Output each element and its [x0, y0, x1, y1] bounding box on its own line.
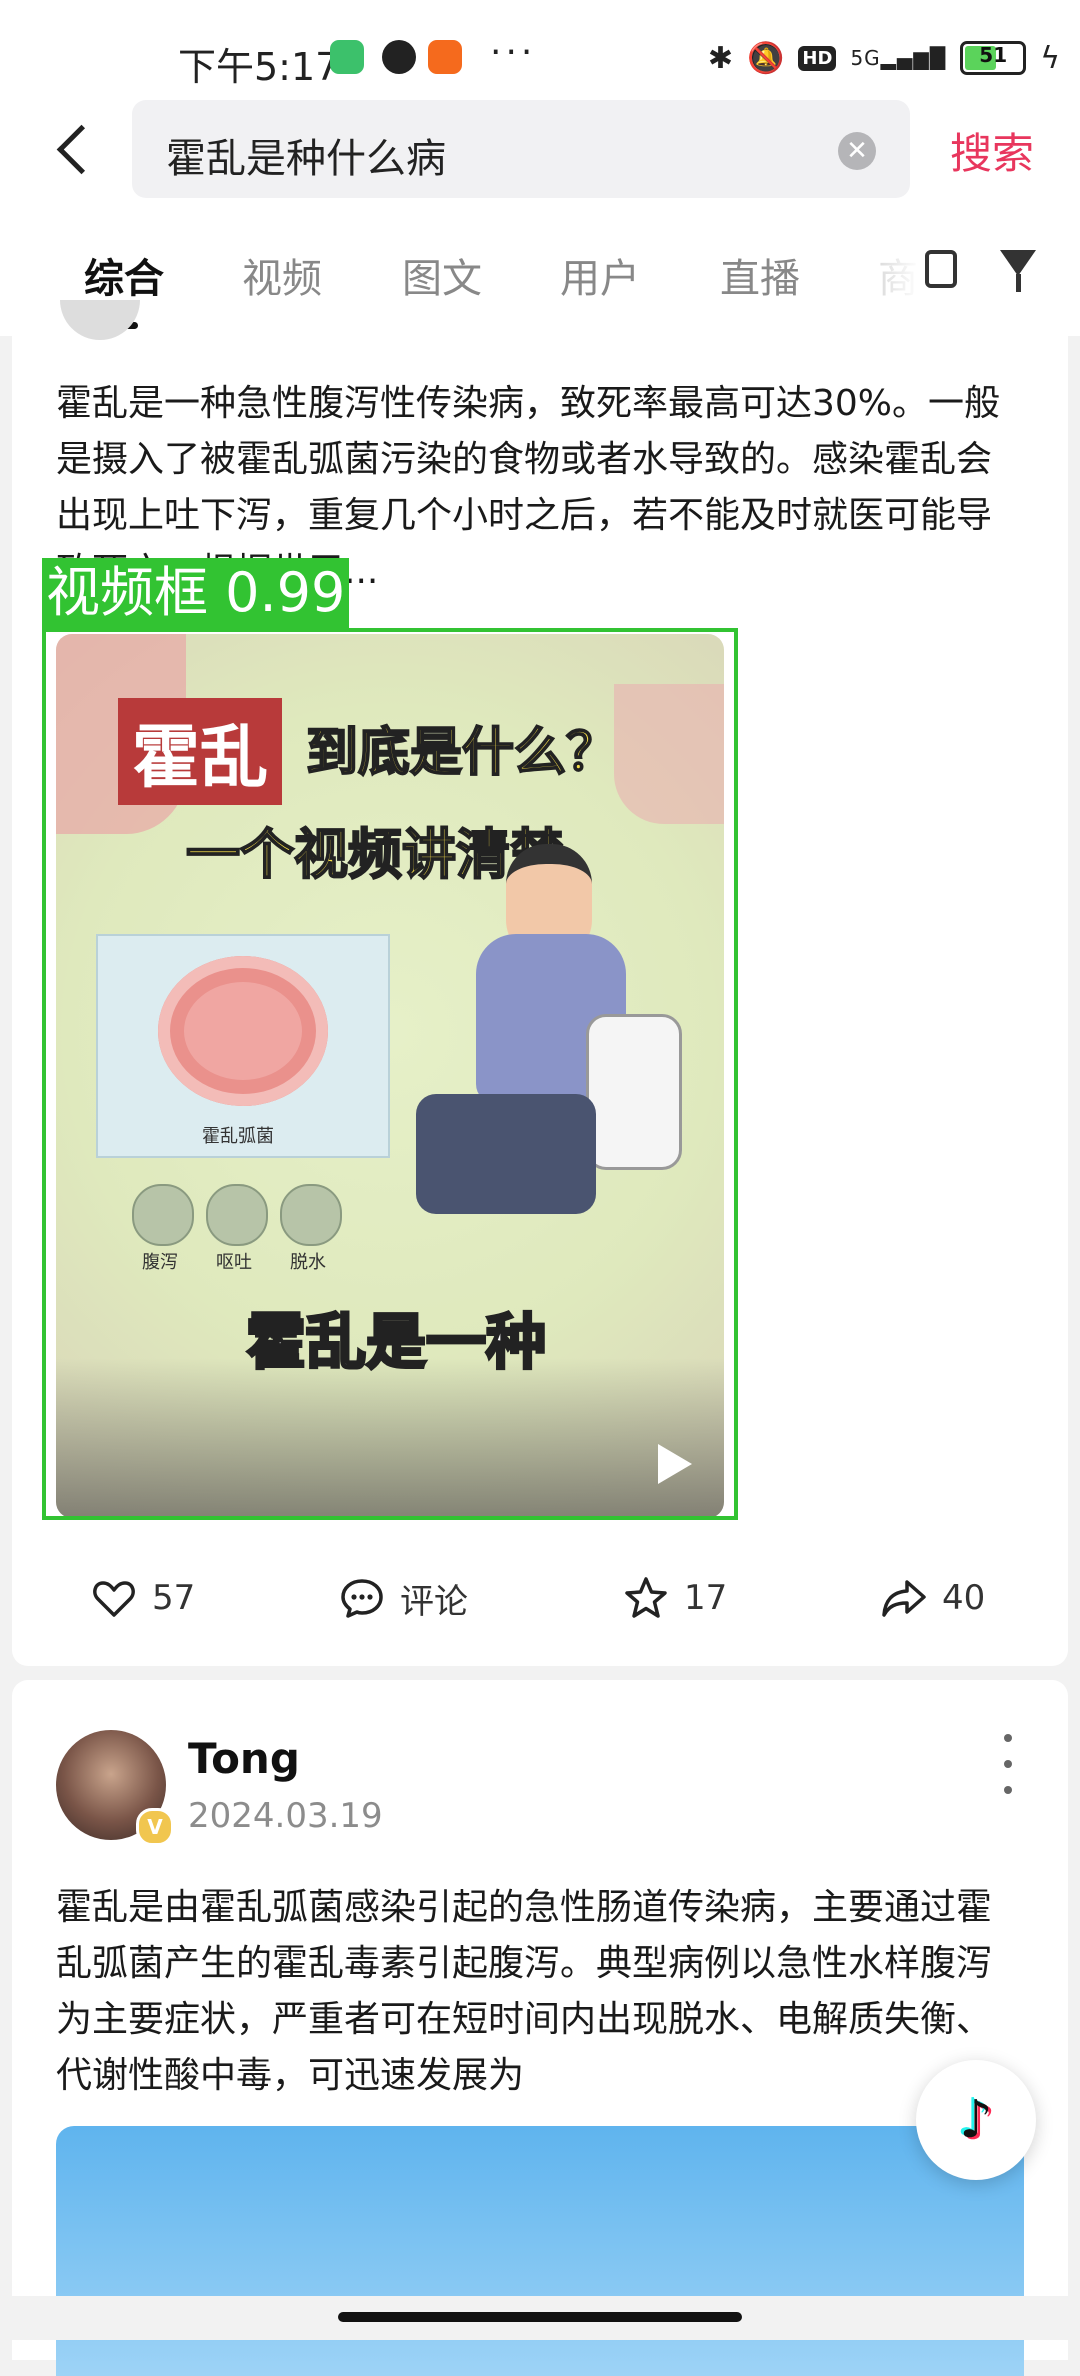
signal-icon: 5G▂▄▆█	[850, 46, 947, 70]
chevron-left-icon	[56, 124, 106, 174]
filter-icon-stem	[1016, 274, 1021, 292]
bluetooth-icon: ✱	[707, 40, 734, 76]
favorite-button[interactable]: 17	[622, 1568, 727, 1628]
status-more-icon: ···	[490, 32, 537, 73]
filter-icon[interactable]	[1000, 250, 1036, 276]
qq-icon	[382, 40, 416, 74]
comment-button[interactable]: 评论	[338, 1568, 468, 1628]
author-name[interactable]: Tong	[188, 1734, 300, 1783]
share-icon	[882, 1580, 926, 1617]
share-button[interactable]: 40	[880, 1568, 985, 1628]
post-text[interactable]: 霍乱是由霍乱弧菌感染引起的急性肠道传染病，主要通过霍乱弧菌产生的霍乱毒素引起腹泻…	[56, 1880, 1016, 2104]
douyin-icon[interactable]: ♪	[916, 2060, 1036, 2180]
tab-fade	[860, 206, 920, 336]
post-date: 2024.03.19	[188, 1796, 383, 1836]
hd-icon: HD	[798, 45, 837, 71]
clear-icon[interactable]: ✕	[838, 132, 876, 170]
status-indicators: ✱ 🔕 HD 5G▂▄▆█ 51 ϟ	[708, 38, 1060, 78]
like-button[interactable]: 57	[90, 1568, 195, 1628]
battery-level: 51	[979, 43, 1008, 67]
layout-toggle-icon[interactable]	[925, 250, 957, 288]
search-input[interactable]: 霍乱是种什么病 ✕	[132, 100, 910, 198]
star-icon	[625, 1577, 667, 1618]
charging-icon: ϟ	[1040, 40, 1060, 76]
tab-users[interactable]: 用户	[560, 246, 640, 304]
tab-image-text[interactable]: 图文	[402, 246, 482, 304]
comment-label: 评论	[400, 1581, 468, 1622]
back-button[interactable]	[40, 114, 110, 184]
like-count: 57	[152, 1578, 196, 1618]
wechat-icon	[330, 40, 364, 74]
battery-icon: 51	[960, 41, 1027, 75]
share-count: 40	[942, 1578, 986, 1618]
search-header: 霍乱是种什么病 ✕ 搜索	[0, 96, 1080, 206]
home-indicator[interactable]	[338, 2312, 742, 2322]
detection-box	[42, 628, 738, 1520]
more-options-icon[interactable]	[996, 1734, 1020, 1794]
verified-badge-icon: V	[136, 1808, 174, 1846]
favorite-count: 17	[684, 1578, 728, 1618]
search-button[interactable]: 搜索	[950, 120, 1034, 181]
status-time: 下午5:17	[178, 45, 340, 89]
58-icon	[428, 40, 462, 74]
tab-video[interactable]: 视频	[242, 246, 322, 304]
network-label: 5G	[850, 46, 881, 70]
status-bar: 下午5:17 ··· ✱ 🔕 HD 5G▂▄▆█ 51 ϟ	[0, 0, 1080, 96]
tab-bar: 综合 视频 图文 用户 直播 商	[0, 206, 1080, 336]
comment-icon	[341, 1579, 383, 1618]
search-query[interactable]: 霍乱是种什么病	[166, 126, 446, 184]
detection-label: 视频框 0.99	[42, 558, 350, 628]
tab-all[interactable]: 综合	[84, 246, 164, 304]
heart-icon	[93, 1581, 135, 1617]
mute-bell-icon: 🔕	[747, 40, 785, 76]
tab-live[interactable]: 直播	[720, 246, 800, 304]
